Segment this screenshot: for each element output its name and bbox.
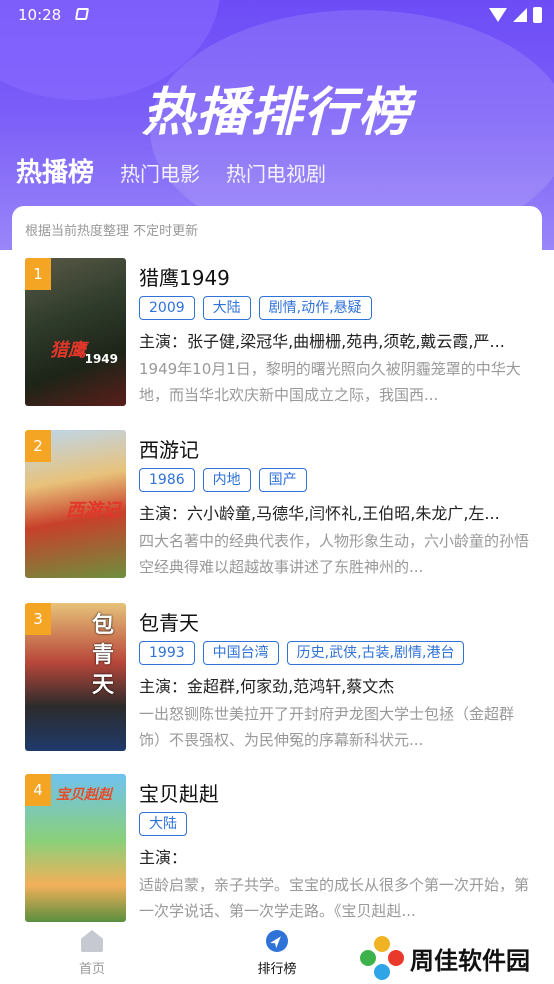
poster-image[interactable]: 4 宝贝赳赳 — [25, 774, 126, 922]
tag-region: 中国台湾 — [202, 641, 279, 665]
update-note: 根据当前热度整理 不定时更新 — [25, 224, 199, 239]
ranking-list: 根据当前热度整理 不定时更新 1 1949 猎鹰 猎鹰1949 2009 大陆 … — [12, 206, 542, 936]
signal-icon — [513, 8, 527, 22]
tag-list: 1993 中国台湾 历史,武侠,古装,剧情,港台 — [139, 641, 465, 665]
wifi-icon — [489, 8, 507, 22]
item-cast: 主演： — [139, 848, 188, 867]
poster-year-text: 1949 — [84, 352, 118, 366]
list-item[interactable]: 1 1949 猎鹰 猎鹰1949 2009 大陆 剧情,动作,悬疑 主演：张子健… — [12, 258, 542, 408]
poster-image[interactable]: 1 1949 猎鹰 — [25, 258, 126, 406]
poster-title-text: 猎鹰 — [50, 340, 86, 361]
tag-region: 大陆 — [139, 812, 187, 836]
list-item[interactable]: 2 西游记 西游记 1986 内地 国产 主演：六小龄童,马德华,闫怀礼,王伯昭… — [12, 430, 542, 580]
poster-title-text: 宝贝赳赳 — [56, 787, 112, 803]
tab-hot-tv[interactable]: 热门电视剧 — [226, 158, 326, 193]
tag-year: 1986 — [139, 468, 195, 492]
watermark-logo-icon — [360, 936, 404, 980]
rank-badge: 4 — [25, 774, 51, 806]
item-description: 1949年10月1日，黎明的曙光照向久被阴霾笼罩的中华大地，而当华北欢庆新中国成… — [139, 360, 521, 404]
tab-hot-movies[interactable]: 热门电影 — [120, 158, 200, 193]
tag-year: 2009 — [139, 296, 195, 320]
poster-title-text: 西游记 — [66, 500, 120, 521]
tab-bar: 热播榜 热门电影 热门电视剧 — [16, 152, 326, 193]
tag-genre: 剧情,动作,悬疑 — [258, 296, 372, 320]
poster-image[interactable]: 3 包青天 — [25, 603, 126, 751]
item-title[interactable]: 西游记 — [139, 434, 199, 463]
nav-ranking[interactable]: 排行榜 — [237, 930, 317, 977]
item-title[interactable]: 宝贝赳赳 — [139, 778, 219, 807]
tag-list: 2009 大陆 剧情,动作,悬疑 — [139, 296, 372, 320]
tag-list: 1986 内地 国产 — [139, 468, 307, 492]
list-item[interactable]: 4 宝贝赳赳 宝贝赳赳 大陆 主演： 适龄启蒙，亲子共学。宝宝的成长从很多个第一… — [12, 774, 542, 924]
item-description: 一出怒铡陈世美拉开了开封府尹龙图大学士包拯（金超群饰）不畏强权、为民伸冤的序幕新… — [139, 705, 515, 749]
status-bar: 10:28 — [0, 0, 554, 30]
item-description: 适龄启蒙，亲子共学。宝宝的成长从很多个第一次开始，第一次学说话、第一次学走路。《… — [139, 876, 530, 920]
tag-genre: 国产 — [258, 468, 307, 492]
tab-hot-list[interactable]: 热播榜 — [16, 152, 94, 193]
tag-genre: 历史,武侠,古装,剧情,港台 — [286, 641, 465, 665]
tag-region: 内地 — [202, 468, 251, 492]
poster-image[interactable]: 2 西游记 — [25, 430, 126, 578]
watermark-text: 周佳软件园 — [410, 946, 530, 975]
item-description: 四大名著中的经典代表作，人物形象生动，六小龄童的孙悟空经典得难以超越故事讲述了东… — [139, 532, 530, 576]
poster-title-text: 包青天 — [92, 613, 115, 698]
item-title[interactable]: 包青天 — [139, 607, 199, 636]
nav-ranking-label: 排行榜 — [257, 962, 297, 977]
tag-list: 大陆 — [139, 812, 187, 836]
list-item[interactable]: 3 包青天 包青天 1993 中国台湾 历史,武侠,古装,剧情,港台 主演：金超… — [12, 603, 542, 753]
compass-icon — [266, 930, 288, 952]
rank-badge: 3 — [25, 603, 51, 635]
item-cast: 主演：张子健,梁冠华,曲栅栅,苑冉,须乾,戴云霞,严... — [139, 332, 505, 351]
page-title: 热播排行榜 — [141, 83, 412, 143]
rank-badge: 1 — [25, 258, 51, 290]
item-cast: 主演：金超群,何家劲,范鸿轩,蔡文杰 — [139, 677, 395, 696]
rank-badge: 2 — [25, 430, 51, 462]
home-icon — [81, 930, 103, 952]
watermark: 周佳软件园 — [360, 936, 530, 980]
status-time: 10:28 — [18, 6, 62, 24]
battery-icon — [533, 7, 542, 23]
item-cast: 主演：六小龄童,马德华,闫怀礼,王伯昭,朱龙广,左... — [139, 504, 500, 523]
item-title[interactable]: 猎鹰1949 — [139, 262, 230, 291]
tag-region: 大陆 — [202, 296, 251, 320]
notification-icon — [74, 8, 90, 20]
tag-year: 1993 — [139, 641, 195, 665]
nav-home-label: 首页 — [78, 962, 105, 977]
nav-home[interactable]: 首页 — [52, 930, 132, 977]
